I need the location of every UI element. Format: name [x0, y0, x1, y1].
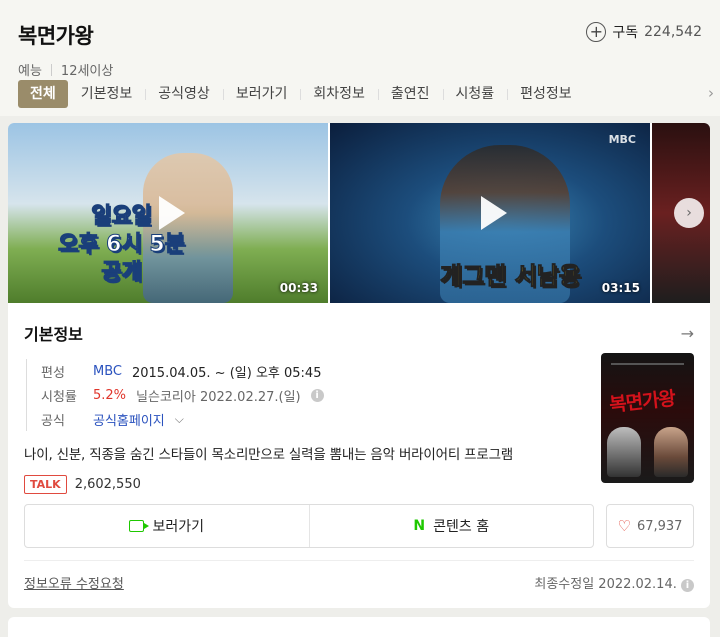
video-thumbnail[interactable]: MBC 개그맨 서남용 03:15 — [330, 123, 650, 303]
tab-watch[interactable]: 보러가기 — [222, 80, 301, 108]
schedule-label: 편성 — [41, 365, 65, 381]
like-button[interactable]: ♡ 67,937 — [606, 504, 694, 548]
basic-info-section: 기본정보 → 편성 MBC 2015.04.05. ~ (일) 오후 05:45… — [8, 303, 710, 494]
button-group: 보러가기 N 콘텐츠 홈 — [24, 504, 594, 548]
rating-value: 5.2% — [93, 387, 127, 403]
talk-count: 2,602,550 — [74, 477, 141, 492]
mask-figure — [654, 427, 688, 477]
program-meta: 예능 12세이상 — [18, 60, 702, 79]
card-footer: 정보오류 수정요청 최종수정일 2022.02.14. i — [24, 560, 694, 592]
tab-episodes[interactable]: 회차정보 — [300, 80, 378, 108]
age-rating: 12세이상 — [60, 64, 114, 79]
updated-text: 최종수정일 2022.02.14. — [534, 577, 677, 592]
play-icon — [159, 196, 185, 230]
video-thumbnail[interactable]: 일요일 오후 6시 5분 공개 00:33 — [8, 123, 328, 303]
channel-link[interactable]: MBC — [93, 364, 122, 379]
content-home-label: 콘텐츠 홈 — [433, 519, 490, 535]
channel-logo: MBC — [608, 133, 636, 146]
subscribe-count: 224,542 — [644, 24, 702, 40]
watch-button[interactable]: 보러가기 — [25, 505, 309, 547]
report-error-link[interactable]: 정보오류 수정요청 — [24, 573, 124, 592]
poster-title: 복면가왕 — [608, 387, 677, 417]
last-updated: 최종수정일 2022.02.14. i — [534, 573, 694, 592]
chevron-right-icon[interactable]: › — [708, 84, 714, 102]
video-camera-icon — [129, 520, 150, 532]
content-home-button[interactable]: N 콘텐츠 홈 — [308, 505, 594, 547]
genre-link[interactable]: 예능 — [18, 60, 42, 79]
action-bar: 보러가기 N 콘텐츠 홈 ♡ 67,937 — [24, 504, 694, 548]
section-title: 기본정보 — [24, 325, 83, 344]
info-icon[interactable]: i — [681, 579, 694, 592]
video-duration: 03:15 — [601, 281, 640, 295]
schedule-value: 2015.04.05. ~ (일) 오후 05:45 — [131, 365, 322, 381]
rating-label: 시청률 — [41, 389, 77, 405]
program-description: 나이, 신분, 직종을 숨긴 스타들이 목소리만으로 실력을 뽐내는 음악 버라… — [24, 447, 514, 463]
tab-ratings[interactable]: 시청률 — [442, 80, 508, 108]
plus-icon: + — [586, 22, 607, 42]
tab-cast[interactable]: 출연진 — [377, 80, 443, 108]
like-count: 67,937 — [636, 518, 683, 534]
heart-icon: ♡ — [617, 517, 631, 535]
video-carousel: 일요일 오후 6시 5분 공개 00:33 MBC 개그맨 서남용 03:15 … — [8, 123, 710, 303]
schedule-row: 편성 MBC 2015.04.05. ~ (일) 오후 05:45 — [41, 359, 694, 383]
official-homepage-link[interactable]: 공식홈페이지 — [93, 410, 165, 429]
tab-official-video[interactable]: 공식영상 — [145, 80, 223, 108]
subscribe-label: 구독 — [612, 25, 639, 41]
tab-basic-info[interactable]: 기본정보 — [68, 80, 146, 108]
rating-row: 시청률 5.2% 닐슨코리아 2022.02.27.(일) i — [41, 383, 694, 407]
tab-bar: 전체 기본정보 공식영상 보러가기 회차정보 출연진 시청률 편성정보 › — [18, 80, 720, 108]
program-poster[interactable]: 복면가왕 — [601, 353, 694, 483]
video-duration: 00:33 — [279, 281, 318, 295]
chevron-down-icon[interactable]: ⌵ — [175, 412, 184, 427]
watch-label: 보러가기 — [152, 519, 205, 535]
naver-n-icon: N — [413, 518, 426, 534]
official-label: 공식 — [41, 413, 65, 429]
official-row: 공식 공식홈페이지 ⌵ — [41, 407, 694, 431]
talk-row[interactable]: TALK 2,602,550 — [24, 475, 694, 494]
next-card — [8, 617, 710, 637]
tab-schedule[interactable]: 편성정보 — [507, 80, 585, 108]
poster-decoration — [611, 363, 684, 365]
program-card: 일요일 오후 6시 5분 공개 00:33 MBC 개그맨 서남용 03:15 … — [8, 123, 710, 608]
mask-figure — [607, 427, 641, 477]
video-caption: 개그맨 서남용 — [440, 262, 582, 291]
divider — [50, 63, 52, 76]
talk-badge[interactable]: TALK — [24, 475, 67, 494]
chevron-right-icon[interactable]: › — [674, 198, 704, 228]
subscribe-button[interactable]: + 구독 224,542 — [586, 22, 702, 42]
rating-source: 닐슨코리아 2022.02.27.(일) — [136, 389, 301, 405]
info-details: 편성 MBC 2015.04.05. ~ (일) 오후 05:45 시청률 5.… — [26, 359, 694, 431]
info-icon[interactable]: i — [310, 388, 324, 402]
arrow-right-icon[interactable]: → — [681, 324, 694, 343]
tab-all[interactable]: 전체 — [18, 80, 68, 108]
video-thumbnail[interactable]: › — [652, 123, 710, 303]
play-icon — [481, 196, 507, 230]
program-header: 복면가왕 + 구독 224,542 예능 12세이상 전체 기본정보 공식영상 … — [0, 0, 720, 116]
